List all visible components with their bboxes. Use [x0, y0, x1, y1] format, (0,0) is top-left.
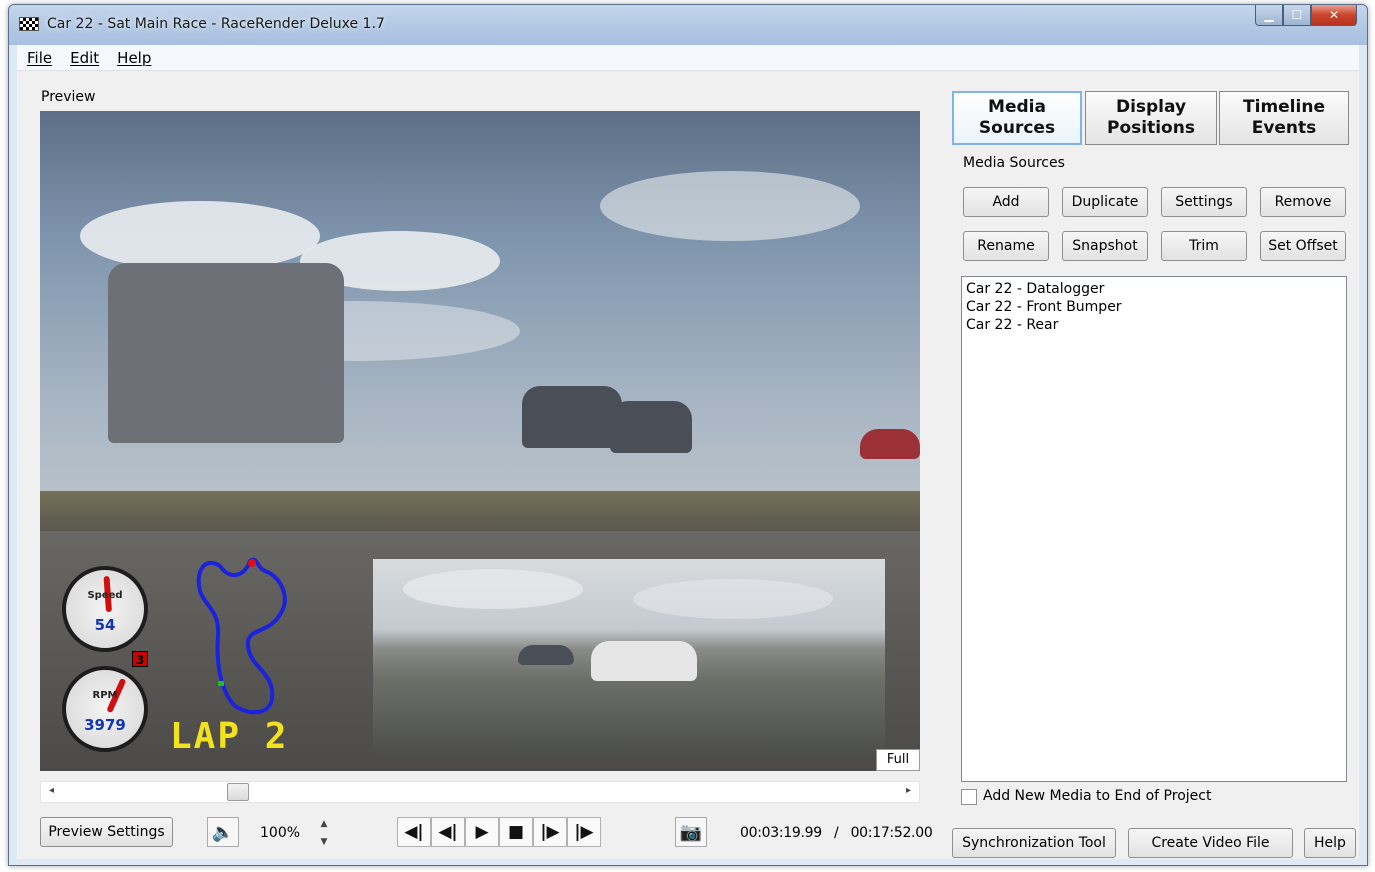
rpm-gauge-label: RPM [92, 690, 118, 701]
add-to-end-label[interactable]: Add New Media to End of Project [983, 788, 1211, 804]
close-button[interactable]: ✕ [1311, 5, 1357, 26]
lead-car [108, 263, 344, 443]
gear-indicator: 3 [132, 651, 148, 667]
tab-label: Sources [978, 118, 1056, 138]
spin-up-icon[interactable]: ▲ [321, 819, 328, 829]
time-display: 00:03:19.99 / 00:17:52.00 [740, 825, 933, 841]
menu-help[interactable]: Help [117, 49, 151, 67]
maximize-icon: ☐ [1291, 8, 1303, 22]
preview-settings-button[interactable]: Preview Settings [40, 817, 173, 847]
tab-label: Timeline [1243, 97, 1325, 117]
step-back-button[interactable]: ◀| [397, 817, 431, 847]
synchronization-tool-button[interactable]: Synchronization Tool [952, 828, 1116, 858]
horizon-grass [40, 491, 920, 531]
maximize-button[interactable]: ☐ [1283, 5, 1311, 26]
cloud [600, 171, 860, 241]
volume-button[interactable]: 🔈 [207, 817, 239, 847]
media-sources-label: Media Sources [963, 155, 1065, 171]
speed-gauge-value: 54 [94, 616, 116, 634]
tab-label: Events [1251, 118, 1317, 138]
add-button[interactable]: Add [963, 187, 1049, 217]
stop-button[interactable]: ■ [499, 817, 533, 847]
duplicate-button[interactable]: Duplicate [1062, 187, 1148, 217]
time-separator: / [834, 825, 839, 841]
rpm-gauge: RPM 3979 [62, 666, 148, 752]
frame-back-icon: ◀| [438, 822, 458, 842]
play-button[interactable]: ▶ [465, 817, 499, 847]
timeline-scrollbar[interactable]: ◂ ▸ [40, 781, 920, 803]
tab-label: Media [988, 97, 1046, 117]
window-title: Car 22 - Sat Main Race - RaceRender Delu… [47, 16, 385, 32]
settings-button[interactable]: Settings [1161, 187, 1247, 217]
car-distant [522, 386, 622, 448]
current-time: 00:03:19.99 [740, 825, 822, 841]
cloud [633, 579, 833, 619]
tab-label: Positions [1107, 118, 1195, 138]
track-map-icon [196, 557, 287, 715]
total-time: 00:17:52.00 [850, 825, 933, 841]
snapshot-button[interactable]: Snapshot [1062, 231, 1148, 261]
frame-back-button[interactable]: ◀| [431, 817, 465, 847]
car-distant [610, 401, 692, 453]
client-area: File Edit Help Preview Speed 54 3 RPM 39… [17, 45, 1359, 859]
media-sources-list[interactable]: Car 22 - Datalogger Car 22 - Front Bumpe… [961, 276, 1347, 782]
stop-icon: ■ [507, 822, 525, 842]
close-icon: ✕ [1328, 8, 1340, 22]
list-item[interactable]: Car 22 - Rear [966, 316, 1342, 334]
step-forward-button[interactable]: |▶ [567, 817, 601, 847]
video-preview[interactable]: Speed 54 3 RPM 3979 LAP 2 Full [40, 111, 920, 771]
menu-file[interactable]: File [27, 49, 52, 67]
rpm-gauge-value: 3979 [84, 716, 126, 734]
menu-bar: File Edit Help [17, 45, 1359, 71]
minimize-button[interactable]: ▁ [1255, 5, 1283, 26]
list-item[interactable]: Car 22 - Datalogger [966, 280, 1342, 298]
transport-controls: ◀| ◀| ▶ ■ |▶ |▶ [397, 817, 601, 847]
zoom-spinner[interactable]: ▲ ▼ [317, 819, 331, 847]
white-car [591, 641, 697, 681]
frame-forward-icon: |▶ [540, 822, 560, 842]
cloud [80, 201, 320, 271]
speed-gauge-label: Speed [87, 590, 123, 601]
speed-gauge: Speed 54 [62, 566, 148, 652]
minimize-icon: ▁ [1264, 8, 1274, 22]
tab-display-positions[interactable]: Display Positions [1085, 91, 1217, 145]
list-item[interactable]: Car 22 - Front Bumper [966, 298, 1342, 316]
car-distant [860, 429, 920, 459]
frame-forward-button[interactable]: |▶ [533, 817, 567, 847]
checkered-flag-icon [19, 17, 39, 31]
play-icon: ▶ [475, 822, 489, 842]
step-back-icon: ◀| [404, 822, 424, 842]
title-bar[interactable]: Car 22 - Sat Main Race - RaceRender Delu… [9, 5, 1367, 45]
timeline-thumb[interactable] [227, 783, 249, 801]
cloud [403, 569, 583, 609]
step-forward-icon: |▶ [574, 822, 594, 842]
tab-label: Display [1115, 97, 1187, 117]
tab-timeline-events[interactable]: Timeline Events [1219, 91, 1349, 145]
add-to-end-checkbox[interactable] [961, 789, 977, 805]
car-distant [518, 645, 574, 665]
help-button[interactable]: Help [1304, 828, 1356, 858]
snapshot-camera-button[interactable]: 📷 [675, 817, 707, 847]
create-video-file-button[interactable]: Create Video File [1128, 828, 1293, 858]
trim-button[interactable]: Trim [1161, 231, 1247, 261]
rename-button[interactable]: Rename [963, 231, 1049, 261]
speaker-icon: 🔈 [211, 821, 235, 843]
zoom-level: 100% [260, 825, 301, 841]
tab-media-sources[interactable]: Media Sources [952, 91, 1082, 145]
menu-edit[interactable]: Edit [70, 49, 99, 67]
lap-counter: LAP 2 [170, 716, 289, 757]
camera-icon: 📷 [679, 821, 703, 843]
preview-label: Preview [41, 89, 96, 105]
remove-button[interactable]: Remove [1260, 187, 1346, 217]
scroll-left-icon[interactable]: ◂ [49, 785, 54, 796]
set-offset-button[interactable]: Set Offset [1260, 231, 1346, 261]
spin-down-icon[interactable]: ▼ [321, 837, 328, 847]
scroll-right-icon[interactable]: ▸ [906, 785, 911, 796]
pip-full-button[interactable]: Full [876, 749, 920, 771]
app-window: Car 22 - Sat Main Race - RaceRender Delu… [8, 4, 1368, 866]
picture-in-picture[interactable] [373, 559, 885, 759]
